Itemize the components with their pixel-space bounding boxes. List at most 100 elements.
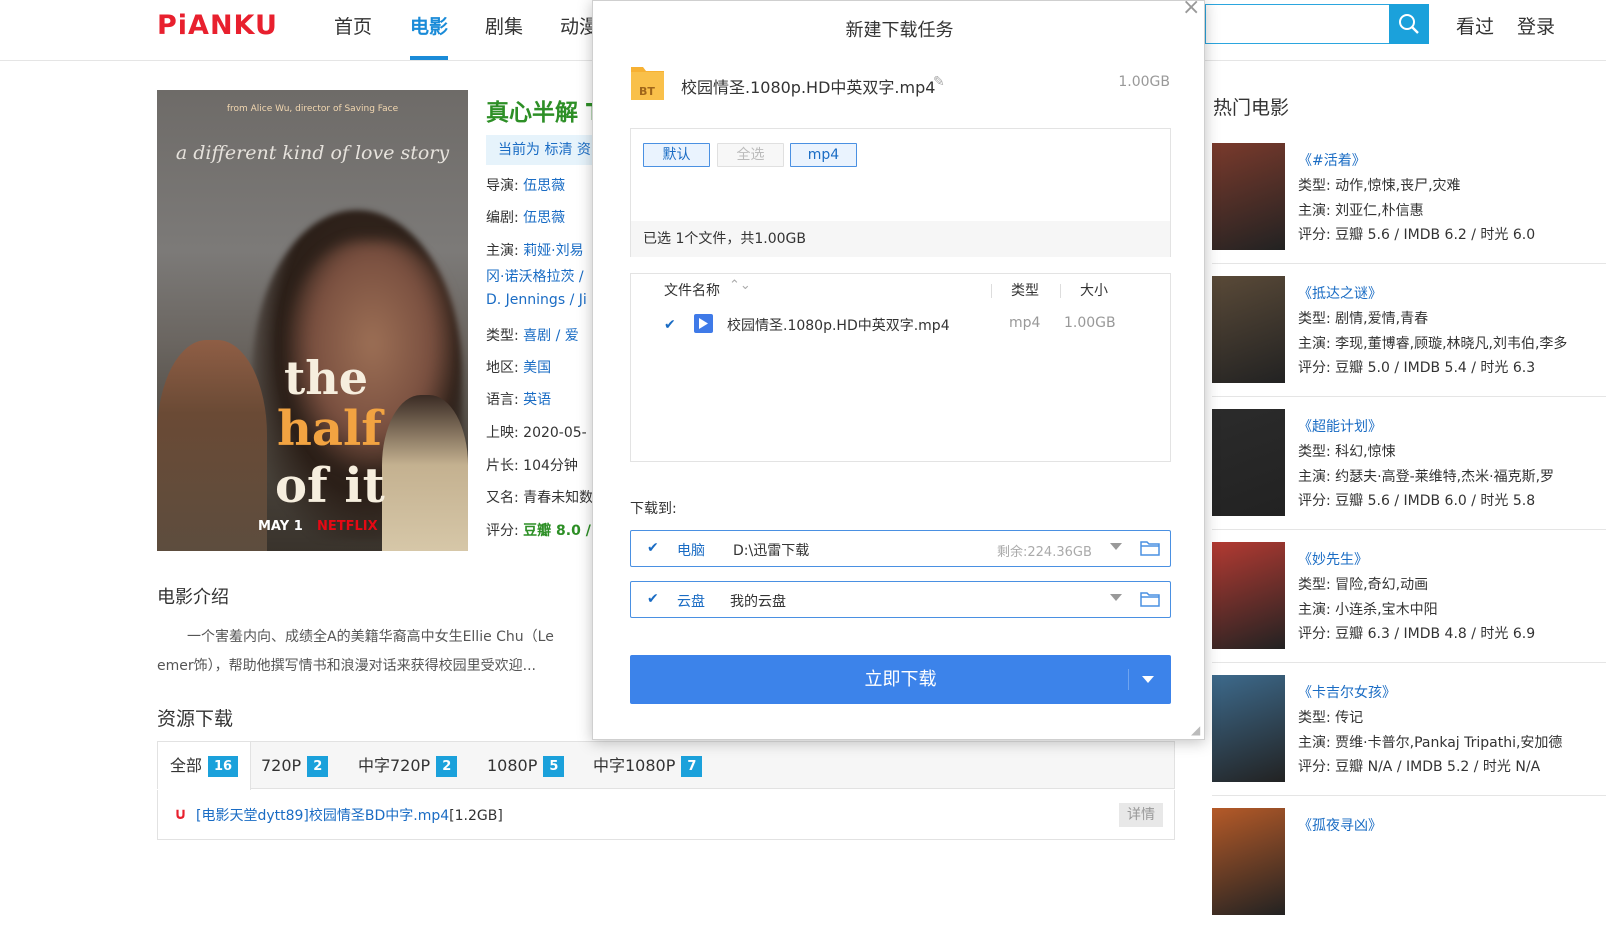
info-value[interactable]: D. Jennings / Ji — [486, 292, 587, 308]
detail-button[interactable]: 详情 — [1119, 803, 1163, 827]
hot-movie-name[interactable]: 《卡吉尔女孩》 — [1298, 682, 1396, 702]
info-value[interactable]: 喜剧 / 爱 — [523, 328, 579, 344]
history-link[interactable]: 看过 — [1456, 12, 1494, 39]
movie-info-row: 导演: 伍思薇 — [486, 175, 565, 195]
chevron-down-icon[interactable] — [1110, 543, 1122, 550]
nav-home[interactable]: 首页 — [334, 12, 372, 39]
col-header-type[interactable]: 类型 — [1011, 280, 1039, 300]
hot-movie-item[interactable]: 《卡吉尔女孩》 类型: 传记 主演: 贾维·卡普尔,Pankaj Tripathi,… — [1212, 675, 1606, 796]
movie-thumbnail[interactable] — [1212, 675, 1285, 782]
info-label: 主演: — [486, 243, 519, 259]
hot-movie-item[interactable]: 《妙先生》类型: 冒险,奇幻,动画 主演: 小连杀,宝木中阳评分: 豆瓣 6.3 … — [1212, 542, 1606, 663]
movie-thumbnail[interactable] — [1212, 409, 1285, 516]
col-header-name[interactable]: 文件名称 — [664, 280, 720, 300]
destination-checkbox[interactable]: ✔ — [647, 540, 659, 556]
selection-summary: 已选 1个文件，共1.00GB — [631, 221, 1170, 257]
hot-movie-type: 类型: 剧情,爱情,青春 — [1298, 311, 1429, 327]
svg-text:BT: BT — [639, 85, 655, 98]
destination-label: 电脑 — [677, 543, 705, 559]
nav-series[interactable]: 剧集 — [485, 12, 523, 39]
resource-link[interactable]: [电影天堂dytt89]校园情圣BD中字.mp4 — [196, 808, 449, 824]
free-space: 剩余:224.36GB — [997, 545, 1092, 560]
movie-thumbnail[interactable] — [1212, 276, 1285, 383]
movie-thumbnail[interactable] — [1212, 542, 1285, 649]
info-value[interactable]: 伍思薇 — [523, 210, 565, 226]
destination-cloud[interactable]: ✔ 云盘 我的云盘 — [630, 581, 1171, 618]
res-tab-all[interactable]: 全部 16 — [158, 742, 252, 790]
movie-thumbnail[interactable] — [1212, 808, 1285, 915]
info-value[interactable]: 美国 — [523, 360, 551, 376]
hot-movie-type: 类型: 科幻,惊悚 — [1298, 444, 1396, 460]
movie-info-row: 上映: 2020-05- — [486, 422, 587, 442]
res-tab-sub720p[interactable]: 中字720P 2 — [358, 742, 458, 790]
hot-movie-name[interactable]: 《#活着》 — [1298, 150, 1366, 170]
quality-notice: 当前为 标清 资 — [486, 135, 596, 165]
info-value[interactable]: 莉娅·刘易 — [523, 243, 583, 259]
movie-poster: from Alice Wu, director of Saving Face a… — [157, 90, 468, 551]
site-logo[interactable]: PiANKU — [157, 10, 278, 41]
resource-tabs: 全部 16 720P 2 中字720P 2 1080P 5 中字1080P 7 — [157, 741, 1175, 790]
folder-icon[interactable] — [1140, 540, 1160, 556]
hot-movie-item[interactable]: 《抵达之谜》 类型: 剧情,爱情,青春 主演: 李现,董博睿,顾璇,林晓凡,刘韦伯,… — [1212, 276, 1606, 397]
hot-movie-item[interactable]: 《#活着》 类型: 动作,惊悚,丧尸,灾难 主演: 刘亚仁,朴信惠 评分: 豆瓣 5.… — [1212, 143, 1606, 264]
hot-movie-type: 类型: 冒险,奇幻,动画 — [1298, 577, 1429, 593]
hot-movie-name[interactable]: 《超能计划》 — [1298, 416, 1382, 436]
info-label: 片长: — [486, 458, 519, 474]
task-file-name: 校园情圣.1080p.HD中英双字.mp4 — [681, 78, 936, 97]
task-file-size: 1.00GB — [1118, 74, 1170, 90]
hot-movie-cast: 主演: 刘亚仁,朴信惠 — [1298, 203, 1424, 219]
info-value[interactable]: 伍思薇 — [523, 178, 565, 194]
file-checkbox[interactable]: ✔ — [664, 317, 676, 333]
res-tab-720p[interactable]: 720P 2 — [261, 742, 329, 790]
hot-movie-type: 类型: 动作,惊悚,丧尸,灾难 — [1298, 178, 1461, 194]
hot-movie-name[interactable]: 《孤夜寻凶》 — [1298, 815, 1382, 835]
edit-icon[interactable]: ✎ — [933, 74, 945, 90]
poster-date: MAY 1 — [258, 519, 303, 534]
col-header-size[interactable]: 大小 — [1080, 280, 1108, 300]
hot-movie-type: 类型: 传记 — [1298, 710, 1364, 726]
dropdown-caret-icon[interactable] — [1142, 676, 1154, 683]
chevron-down-icon[interactable] — [1110, 594, 1122, 601]
close-icon[interactable]: × — [1182, 0, 1200, 20]
hot-movie-score: 评分: 豆瓣 5.6 / IMDB 6.0 / 时光 5.8 — [1298, 493, 1536, 509]
poster-credit: from Alice Wu, director of Saving Face — [226, 104, 399, 114]
info-label: 导演: — [486, 178, 519, 194]
file-filter-panel: 默认 全选 mp4 已选 1个文件，共1.00GB — [630, 128, 1171, 257]
info-value[interactable]: 英语 — [523, 392, 551, 408]
movie-info-row: 类型: 喜剧 / 爱 — [486, 325, 579, 345]
hot-movie-cast: 主演: 约瑟夫·高登-莱维特,杰米·福克斯,罗 — [1298, 469, 1555, 485]
filter-default-button[interactable]: 默认 — [643, 143, 710, 167]
res-tab-sub1080p[interactable]: 中字1080P 7 — [593, 742, 703, 790]
sort-icon[interactable]: ⌃⌄ — [729, 278, 751, 293]
login-link[interactable]: 登录 — [1517, 12, 1555, 39]
info-value: 青春未知数 — [523, 490, 594, 506]
table-row-name: 校园情圣.1080p.HD中英双字.mp4 — [727, 318, 950, 334]
nav-movie[interactable]: 电影 — [410, 12, 448, 39]
hot-movie-item[interactable]: 《孤夜寻凶》 — [1212, 808, 1606, 928]
destination-path: 我的云盘 — [730, 594, 786, 610]
hot-movie-name[interactable]: 《妙先生》 — [1298, 549, 1368, 569]
hot-movie-cast: 主演: 小连杀,宝木中阳 — [1298, 602, 1438, 618]
resize-grip-icon[interactable]: ◢ — [1191, 723, 1200, 737]
filter-mp4-button[interactable]: mp4 — [790, 143, 857, 167]
movie-info-row: 又名: 青春未知数 — [486, 487, 593, 507]
hot-movie-score: 评分: 豆瓣 6.3 / IMDB 4.8 / 时光 6.9 — [1298, 626, 1536, 642]
res-tab-1080p[interactable]: 1080P 5 — [487, 742, 565, 790]
destination-checkbox[interactable]: ✔ — [647, 591, 659, 607]
movie-thumbnail[interactable] — [1212, 143, 1285, 250]
info-value[interactable]: 冈·诺沃格拉茨 / — [486, 269, 584, 285]
movie-info-row: 地区: 美国 — [486, 357, 551, 377]
movie-info-row: 主演: 莉娅·刘易 — [486, 240, 584, 260]
search-button[interactable] — [1389, 4, 1429, 44]
resource-row: ∪ [电影天堂dytt89]校园情圣BD中字.mp4[1.2GB] 详情 — [157, 790, 1175, 840]
hot-movie-name[interactable]: 《抵达之谜》 — [1298, 283, 1382, 303]
destination-pc[interactable]: ✔ 电脑 D:\迅雷下载 剩余:224.36GB — [630, 530, 1171, 567]
search-input[interactable] — [1205, 4, 1389, 44]
resource-size: [1.2GB] — [449, 808, 503, 824]
movie-info-row: 片长: 104分钟 — [486, 455, 578, 475]
hot-movie-item[interactable]: 《超能计划》类型: 科幻,惊悚主演: 约瑟夫·高登-莱维特,杰米·福克斯,罗 评分… — [1212, 409, 1606, 530]
search-icon — [1399, 14, 1419, 34]
filter-select-all-button[interactable]: 全选 — [717, 143, 784, 167]
folder-icon[interactable] — [1140, 591, 1160, 607]
download-now-button[interactable]: 立即下载 — [630, 655, 1171, 704]
